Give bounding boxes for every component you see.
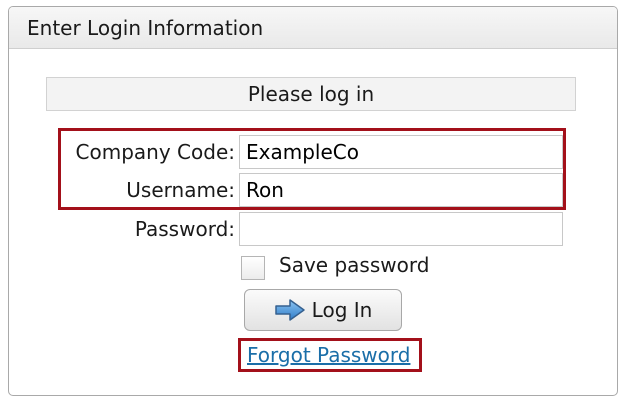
save-password-row[interactable]: Save password: [241, 251, 430, 280]
save-password-checkbox[interactable]: [241, 256, 265, 280]
login-panel: Enter Login Information Please log in Co…: [8, 6, 618, 396]
password-label: Password:: [134, 217, 235, 241]
login-button[interactable]: Log In: [244, 289, 402, 331]
company-code-label: Company Code:: [75, 140, 235, 164]
username-row: Username:: [9, 173, 617, 207]
panel-title: Enter Login Information: [27, 15, 264, 40]
panel-header: Enter Login Information: [9, 7, 617, 49]
company-code-row: Company Code:: [9, 135, 617, 169]
save-password-label: Save password: [279, 253, 430, 277]
username-label: Username:: [126, 178, 235, 202]
username-field[interactable]: [239, 173, 563, 207]
company-code-field[interactable]: [239, 135, 563, 169]
password-row: Password:: [9, 212, 617, 246]
subtitle-text: Please log in: [247, 82, 375, 106]
subtitle-bar: Please log in: [46, 77, 576, 111]
arrow-right-icon: [274, 299, 305, 321]
forgot-password-link[interactable]: Forgot Password: [247, 343, 410, 367]
password-field[interactable]: [239, 212, 563, 246]
login-button-label: Log In: [311, 298, 373, 322]
